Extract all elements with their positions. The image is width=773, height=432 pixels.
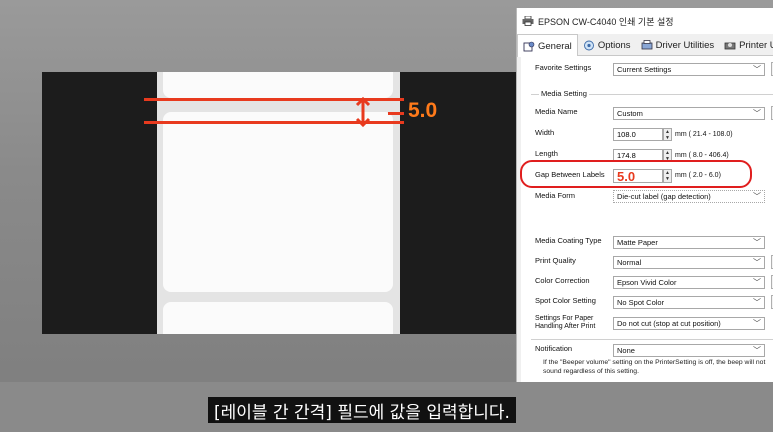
- tab-options-label: Options: [597, 39, 631, 51]
- media-setting-title: Media Setting: [539, 89, 589, 98]
- label-next: [163, 302, 393, 334]
- color-correction-row: Color Correction: [535, 277, 613, 285]
- gap-highlight-oval: [520, 160, 752, 188]
- spot-color-value: No Spot Color: [617, 298, 665, 307]
- favorite-settings-value: Current Settings: [617, 65, 672, 74]
- media-form-select[interactable]: Die-cut label (gap detection) ﹀: [613, 190, 765, 203]
- favorite-settings-label: Favorite Settings: [535, 63, 592, 72]
- label-current: [163, 112, 393, 292]
- spot-color-label: Spot Color Setting: [535, 296, 596, 305]
- print-quality-value: Normal: [617, 258, 642, 267]
- spot-color-select[interactable]: No Spot Color ﹀: [613, 296, 765, 309]
- width-value: 108.0: [617, 130, 636, 139]
- after-print-value: Do not cut (stop at cut position): [617, 319, 721, 328]
- notification-select[interactable]: None ﹀: [613, 344, 765, 357]
- driver-utilities-icon: [641, 39, 652, 49]
- length-range: mm ( 8.0 - 406.4): [675, 152, 729, 159]
- tab-options[interactable]: Options: [578, 34, 636, 56]
- width-row: Width: [535, 129, 613, 137]
- media-coating-value: Matte Paper: [617, 238, 658, 247]
- length-value: 174.8: [617, 151, 636, 160]
- media-form-value: Die-cut label (gap detection): [617, 192, 711, 201]
- chevron-down-icon: ﹀: [753, 65, 761, 74]
- label-roll-photo: 5.0: [42, 72, 522, 334]
- chevron-down-icon: ﹀: [753, 192, 761, 201]
- media-form-label: Media Form: [535, 191, 576, 200]
- width-spinner[interactable]: ▲ ▼: [663, 128, 672, 141]
- tab-driver-utilities[interactable]: Driver Utilities: [636, 34, 720, 56]
- printer-icon: [522, 16, 534, 26]
- page-settings-icon: [523, 41, 535, 51]
- color-correction-label: Color Correction: [535, 276, 590, 285]
- label-previous: [163, 72, 393, 98]
- width-input[interactable]: 108.0: [613, 128, 663, 141]
- gap-value-pointer: [388, 112, 404, 115]
- media-name-value: Custom: [617, 109, 643, 118]
- tab-driver-utilities-label: Driver Utilities: [655, 39, 715, 51]
- notification-divider: [531, 339, 773, 340]
- notification-label: Notification: [535, 344, 573, 353]
- general-panel: Favorite Settings Current Settings ﹀ Med…: [521, 56, 773, 382]
- media-form-row: Media Form: [535, 192, 613, 200]
- tab-printer-utilities-label: Printer Utilities: [739, 39, 773, 51]
- width-range: mm ( 21.4 - 108.0): [675, 131, 733, 138]
- tab-strip: General Options Driver Utilities Printer…: [517, 34, 773, 57]
- double-arrow-icon: [355, 96, 371, 128]
- chevron-down-icon: ﹀: [753, 278, 761, 287]
- chevron-down-icon: ﹀: [753, 238, 761, 247]
- media-coating-row: Media Coating Type: [535, 237, 613, 245]
- after-print-label: Settings For Paper Handling After Print: [535, 315, 596, 330]
- after-print-row: Settings For Paper Handling After Print: [535, 315, 615, 331]
- chevron-down-icon: ﹀: [753, 319, 761, 328]
- chevron-down-icon: ﹀: [753, 346, 761, 355]
- width-label: Width: [535, 128, 555, 137]
- media-coating-label: Media Coating Type: [535, 236, 602, 245]
- options-icon: [583, 40, 594, 50]
- length-label: Length: [535, 149, 558, 158]
- color-correction-value: Epson Vivid Color: [617, 278, 677, 287]
- print-quality-label: Print Quality: [535, 256, 576, 265]
- video-subtitle: [레이블 간 간격] 필드에 값을 입력합니다.: [208, 397, 516, 423]
- length-row: Length: [535, 150, 613, 158]
- printer-preferences-dialog: EPSON CW-C4040 인쇄 기본 설정 General Options …: [516, 8, 773, 382]
- media-name-select[interactable]: Custom ﹀: [613, 107, 765, 120]
- after-print-select[interactable]: Do not cut (stop at cut position) ﹀: [613, 317, 765, 330]
- dialog-titlebar: EPSON CW-C4040 인쇄 기본 설정: [517, 8, 773, 34]
- dialog-title: EPSON CW-C4040 인쇄 기본 설정: [538, 16, 674, 27]
- gap-value-overlay: 5.0: [408, 99, 438, 122]
- print-quality-select[interactable]: Normal ﹀: [613, 256, 765, 269]
- print-quality-row: Print Quality: [535, 257, 613, 265]
- media-name-row: Media Name: [535, 108, 613, 116]
- spot-color-row: Spot Color Setting: [535, 297, 613, 305]
- tab-general[interactable]: General: [517, 34, 578, 57]
- notification-value: None: [617, 346, 635, 355]
- tab-general-label: General: [538, 40, 572, 52]
- chevron-down-icon: ﹀: [753, 298, 761, 307]
- color-correction-select[interactable]: Epson Vivid Color ﹀: [613, 276, 765, 289]
- favorite-settings-row: Favorite Settings: [535, 64, 613, 72]
- chevron-down-icon: ﹀: [753, 258, 761, 267]
- chevron-down-icon: ﹀: [753, 109, 761, 118]
- printer-utilities-icon: [724, 42, 736, 49]
- favorite-settings-select[interactable]: Current Settings ﹀: [613, 63, 765, 76]
- notification-row: Notification: [535, 345, 613, 353]
- media-coating-select[interactable]: Matte Paper ﹀: [613, 236, 765, 249]
- tab-printer-utilities[interactable]: Printer Utilities: [719, 34, 773, 56]
- beeper-note: If the "Beeper volume" setting on the Pr…: [543, 359, 766, 375]
- media-name-label: Media Name: [535, 107, 578, 116]
